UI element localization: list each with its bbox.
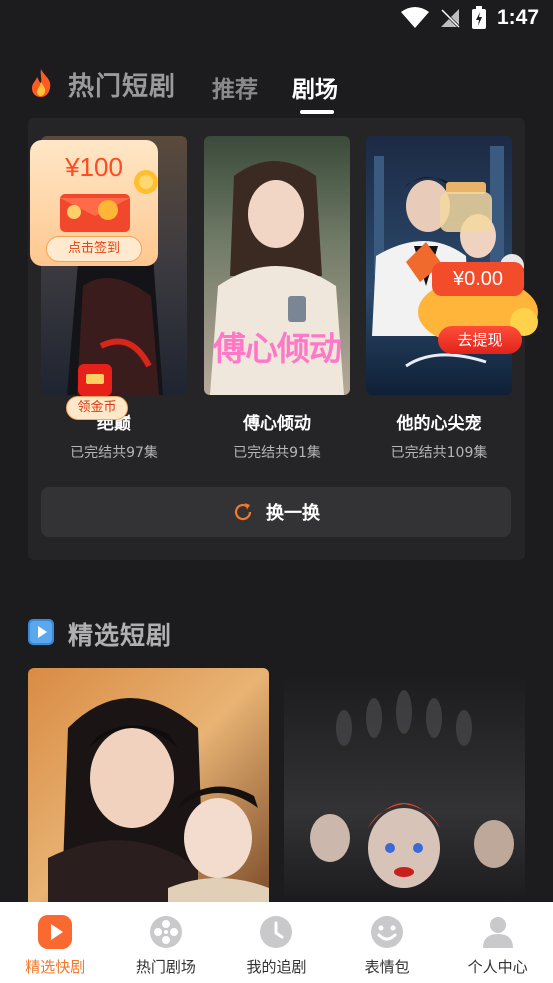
gold-coin-icon — [134, 170, 158, 194]
withdraw-button[interactable]: 去提现 — [438, 326, 522, 354]
nav-label: 个人中心 — [467, 958, 528, 976]
refresh-button[interactable]: 换一换 — [41, 487, 511, 537]
film-reel-icon — [149, 916, 182, 948]
refresh-icon — [234, 503, 252, 521]
drama-episode-count: 已完结共109集 — [390, 445, 488, 461]
nav-item-my-follow[interactable]: 我的追剧 — [221, 902, 332, 983]
drama-poster[interactable]: 傅心倾动 — [204, 136, 350, 395]
bottom-nav: 精选快剧 热门剧场 我的追剧 表情包 个人中心 — [0, 902, 553, 983]
hot-header: 热门短剧 推荐 剧场 — [28, 66, 528, 114]
smiley-icon — [371, 916, 404, 948]
signin-button[interactable]: 点击签到 — [46, 236, 142, 262]
drama-episode-count: 已完结共91集 — [233, 445, 321, 461]
signin-reward-badge[interactable]: ¥100 点击签到 — [30, 140, 158, 266]
drama-card[interactable]: 傅心倾动 傅心倾动 已完结共91集 — [204, 136, 350, 462]
wifi-icon — [400, 7, 429, 28]
play-square-icon — [28, 619, 54, 645]
selected-drama-card[interactable] — [28, 668, 269, 908]
collect-coins-button[interactable]: 领金币 — [66, 396, 128, 420]
nav-label: 表情包 — [364, 958, 410, 976]
drama-title: 傅心倾动 — [243, 414, 311, 434]
clock-icon — [260, 916, 293, 948]
selected-drama-card[interactable] — [284, 668, 525, 908]
person-icon — [482, 917, 513, 948]
cash-amount: ¥0.00 — [432, 262, 524, 296]
refresh-label: 换一换 — [266, 503, 320, 524]
tab-recommend[interactable]: 推荐 — [212, 70, 258, 104]
nav-item-featured[interactable]: 精选快剧 — [0, 902, 111, 983]
signal-off-icon — [440, 8, 461, 29]
nav-item-profile[interactable]: 个人中心 — [442, 902, 553, 983]
hot-section-title: 热门短剧 — [68, 72, 177, 102]
nav-label: 精选快剧 — [25, 958, 86, 976]
status-bar: 1:47 — [0, 0, 553, 38]
drama-episode-count: 已完结共97集 — [70, 445, 158, 461]
cash-withdraw-widget[interactable]: ¥0.00 去提现 — [406, 182, 542, 357]
status-time: 1:47 — [496, 6, 539, 29]
drama-title: 他的心尖宠 — [396, 414, 482, 434]
nav-item-hot-theater[interactable]: 热门剧场 — [111, 902, 222, 983]
nav-label: 热门剧场 — [135, 958, 196, 976]
red-envelope-icon — [78, 364, 112, 396]
selected-section-title: 精选短剧 — [68, 621, 173, 650]
nav-item-stickers[interactable]: 表情包 — [332, 902, 443, 983]
fire-icon — [32, 69, 51, 97]
battery-charging-icon — [471, 6, 486, 29]
red-envelope-icon — [60, 194, 130, 232]
nav-label: 我的追剧 — [246, 958, 307, 976]
active-tab-indicator — [300, 110, 334, 114]
play-icon — [38, 915, 73, 949]
poster-title-text: 傅心倾动 — [213, 329, 342, 368]
tab-theater[interactable]: 剧场 — [292, 70, 338, 104]
